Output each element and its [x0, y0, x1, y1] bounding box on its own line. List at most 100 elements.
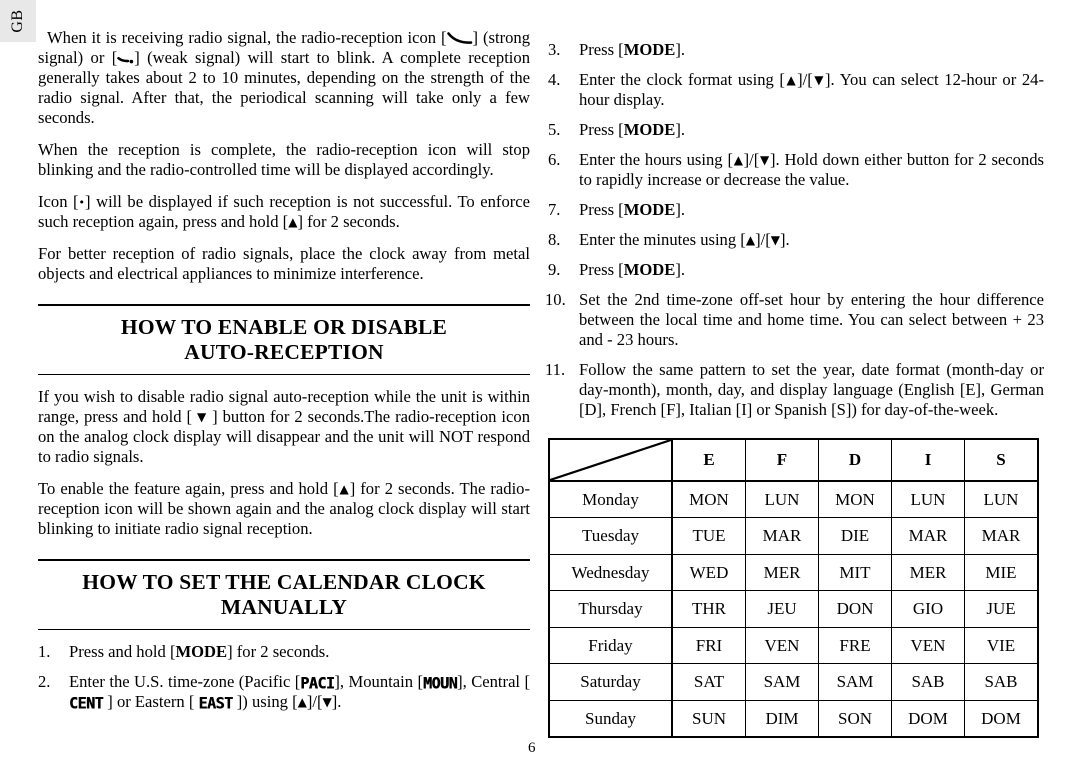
day-table-col-header-F: F — [745, 438, 819, 482]
day-abbreviation-cell: FRE — [818, 626, 892, 665]
p-better-reception: For better reception of radio signals, p… — [38, 243, 530, 283]
table-row: Friday FRI VEN FRE VEN VIE — [548, 626, 1039, 665]
table-row: Sunday SUN DIM SON DOM DOM — [548, 699, 1039, 738]
day-name-cell: Sunday — [548, 699, 673, 738]
step-text: Enter the U.S. time-zone (Pacific [PACI]… — [69, 672, 530, 714]
down-arrow-icon: ▼ — [322, 695, 332, 710]
step-number: 8. — [548, 229, 561, 249]
day-abbreviation-cell: DIE — [818, 517, 892, 555]
day-abbreviation-cell: LUN — [964, 480, 1039, 519]
mode-button-label: MODE — [623, 259, 676, 279]
p-receiving-signal: When it is receiving radio signal, the r… — [38, 28, 531, 127]
day-name-cell: Friday — [548, 626, 673, 665]
table-row: Wednesday WED MER MIT MER MIE — [548, 553, 1039, 592]
step-text: Set the 2nd time-zone off-set hour by en… — [579, 289, 1044, 349]
step-number: 1. — [38, 642, 51, 662]
step-number: 5. — [548, 119, 561, 139]
table-row: Monday MON LUN MON LUN LUN — [548, 480, 1039, 519]
day-abbreviation-cell: VEN — [745, 626, 819, 665]
left-body-paragraphs: When it is receiving radio signal, the r… — [38, 28, 530, 284]
day-abbreviation-cell: JUE — [964, 590, 1039, 628]
section2-rule-top — [38, 559, 530, 561]
day-abbreviation-cell: MON — [671, 480, 746, 519]
day-abbreviation-cell: GIO — [891, 590, 965, 628]
day-abbreviation-cell: MAR — [891, 517, 965, 555]
section-rule-top — [38, 303, 530, 306]
day-abbreviation-cell: WED — [671, 553, 746, 592]
mode-button-label: MODE — [623, 199, 676, 219]
up-arrow-icon: ▲ — [288, 214, 298, 229]
section-enable-disable-autoreception: HOW TO ENABLE OR DISABLE AUTO-RECEPTION — [38, 303, 530, 376]
down-arrow-icon: ▼ — [770, 232, 780, 247]
day-name-cell: Thursday — [548, 590, 673, 628]
down-arrow-icon: ▼ — [812, 72, 826, 87]
lcd-segment-text: CENT — [69, 693, 104, 714]
day-abbreviation-cell: LUN — [891, 480, 965, 519]
day-abbreviation-cell: LUN — [745, 480, 819, 519]
step-number: 3. — [548, 40, 561, 59]
day-table-col-header-I: I — [891, 438, 965, 482]
section-heading-calendar-clock: HOW TO SET THE CALENDAR CLOCK MANUALLY — [82, 570, 486, 620]
up-arrow-icon: ▲ — [297, 695, 307, 710]
day-abbreviation-cell: MON — [818, 480, 892, 519]
down-arrow-icon: ▼ — [197, 410, 208, 425]
section-1-paragraphs: If you wish to disable radio signal auto… — [38, 387, 530, 539]
right-column: 3. Press [MODE]. 4. Enter the clock format … — [545, 28, 1044, 739]
up-arrow-icon: ▲ — [732, 152, 744, 167]
calendar-steps-left: 1. Press and hold [MODE] for 2 seconds. 2.… — [38, 642, 530, 714]
step-number: 2. — [38, 672, 51, 692]
day-table-head: EFDIS — [548, 438, 1039, 482]
step-number: 7. — [548, 199, 561, 219]
step-item-3: 3. Press [MODE]. — [548, 40, 1044, 60]
day-abbreviation-cell: VEN — [891, 626, 965, 665]
day-abbreviation-cell: DIM — [745, 699, 819, 738]
step-number: 10. — [545, 289, 566, 309]
day-name-cell: Wednesday — [548, 553, 673, 592]
day-abbreviation-cell: SAB — [964, 663, 1039, 701]
step-item-4: 4. Enter the clock format using [▲]/[▼]. … — [548, 70, 1044, 110]
step-text: Press [MODE]. — [579, 199, 686, 219]
signal-strong-icon — [446, 31, 472, 44]
step-number: 4. — [548, 69, 561, 89]
mode-button-label: MODE — [623, 119, 676, 139]
step-text: Press [MODE]. — [579, 259, 686, 279]
day-name-cell: Tuesday — [548, 517, 673, 555]
p-icon-unsuccessful: Icon [•] will be displayed if such recep… — [38, 191, 530, 231]
day-table-col-header-D: D — [818, 438, 892, 482]
day-abbreviation-cell: MAR — [745, 517, 819, 555]
up-arrow-icon: ▲ — [784, 72, 798, 87]
day-of-week-table: EFDIS Monday MON LUN MON LUN LUN Tuesday TUE MAR… — [548, 437, 1039, 739]
up-arrow-icon: ▲ — [338, 482, 350, 497]
section-rule-bottom — [38, 374, 530, 376]
language-tab-label: GB — [9, 9, 26, 33]
day-abbreviation-cell: SAT — [671, 663, 746, 701]
day-abbreviation-cell: VIE — [964, 626, 1039, 665]
step-item-11: 11. Follow the same pattern to set the ye… — [545, 359, 1044, 420]
table-row: Thursday THR JEU DON GIO JUE — [548, 590, 1039, 628]
day-table-body: Monday MON LUN MON LUN LUN Tuesday TUE MAR DIE MAR… — [548, 480, 1039, 738]
day-abbreviation-cell: SON — [818, 699, 892, 738]
page-number: 6 — [528, 740, 536, 756]
day-table-header-row: EFDIS — [548, 438, 1039, 482]
day-abbreviation-cell: TUE — [671, 517, 746, 555]
dot-icon: • — [78, 195, 86, 209]
day-abbreviation-cell: SUN — [671, 699, 746, 738]
step-text: Enter the minutes using [▲]/[▼]. — [579, 229, 790, 249]
day-of-week-table-wrapper: EFDIS Monday MON LUN MON LUN LUN Tuesday TUE MAR… — [548, 437, 1044, 739]
step-number: 9. — [548, 259, 561, 279]
section-heading-auto-reception: HOW TO ENABLE OR DISABLE AUTO-RECEPTION — [120, 314, 448, 364]
calendar-steps-right: 3. Press [MODE]. 4. Enter the clock format … — [545, 40, 1044, 420]
mode-button-label: MODE — [623, 40, 676, 59]
day-table-corner-cell — [548, 438, 673, 482]
day-table-col-header-S: S — [964, 438, 1039, 482]
step-text: Press and hold [MODE] for 2 seconds. — [69, 642, 330, 662]
step-text: Follow the same pattern to set the year,… — [579, 359, 1044, 419]
day-name-cell: Monday — [548, 480, 673, 519]
day-abbreviation-cell: MIT — [818, 553, 892, 592]
down-arrow-icon: ▼ — [759, 152, 770, 167]
lcd-segment-text: MOUN — [422, 673, 458, 693]
day-abbreviation-cell: DOM — [891, 699, 965, 738]
day-abbreviation-cell: FRI — [671, 626, 746, 665]
left-column: When it is receiving radio signal, the r… — [38, 28, 530, 714]
step-item-2: 2. Enter the U.S. time-zone (Pacific [PAC… — [38, 672, 530, 714]
